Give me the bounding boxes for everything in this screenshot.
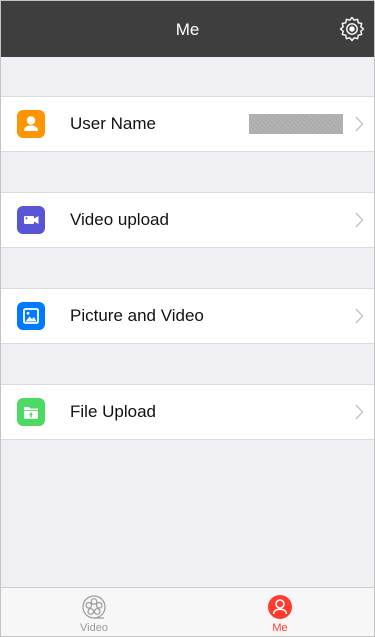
video-camera-icon [24,216,39,224]
tab-video-label: Video [80,622,108,634]
chevron-right-icon [355,212,364,228]
tab-me-label: Me [272,622,288,634]
page-title: Me [175,20,200,39]
picture-and-video-row[interactable]: Picture and Video [1,288,374,344]
video-upload-row[interactable]: Video upload [1,192,374,248]
file-upload-label: File Upload [70,402,156,421]
tab-bar: Video Me [1,587,374,636]
video-upload-label: Video upload [70,210,169,229]
picture-and-video-label: Picture and Video [70,306,204,325]
app-screen: Me User Name Video upload Picture and Vi… [0,0,375,637]
file-upload-row[interactable]: File Upload [1,384,374,440]
user-icon [24,116,38,131]
navigation-bar: Me [1,1,374,57]
user-name-value-redacted [249,114,343,134]
picture-icon-tile [17,302,45,330]
chevron-right-icon [355,308,364,324]
video-upload-icon-tile [17,206,45,234]
folder-upload-icon [24,407,38,419]
tab-me[interactable]: Me [187,588,373,636]
chevron-right-icon [355,116,364,132]
user-icon-tile [17,110,45,138]
file-upload-icon-tile [17,398,45,426]
user-name-label: User Name [70,114,156,133]
gear-icon [339,16,365,42]
user-name-row[interactable]: User Name [1,96,374,152]
user-icon [268,595,292,619]
chevron-right-icon [355,404,364,420]
settings-button[interactable] [338,15,366,43]
picture-icon [23,308,39,324]
tab-video[interactable]: Video [1,588,187,636]
film-reel-icon [82,595,106,619]
